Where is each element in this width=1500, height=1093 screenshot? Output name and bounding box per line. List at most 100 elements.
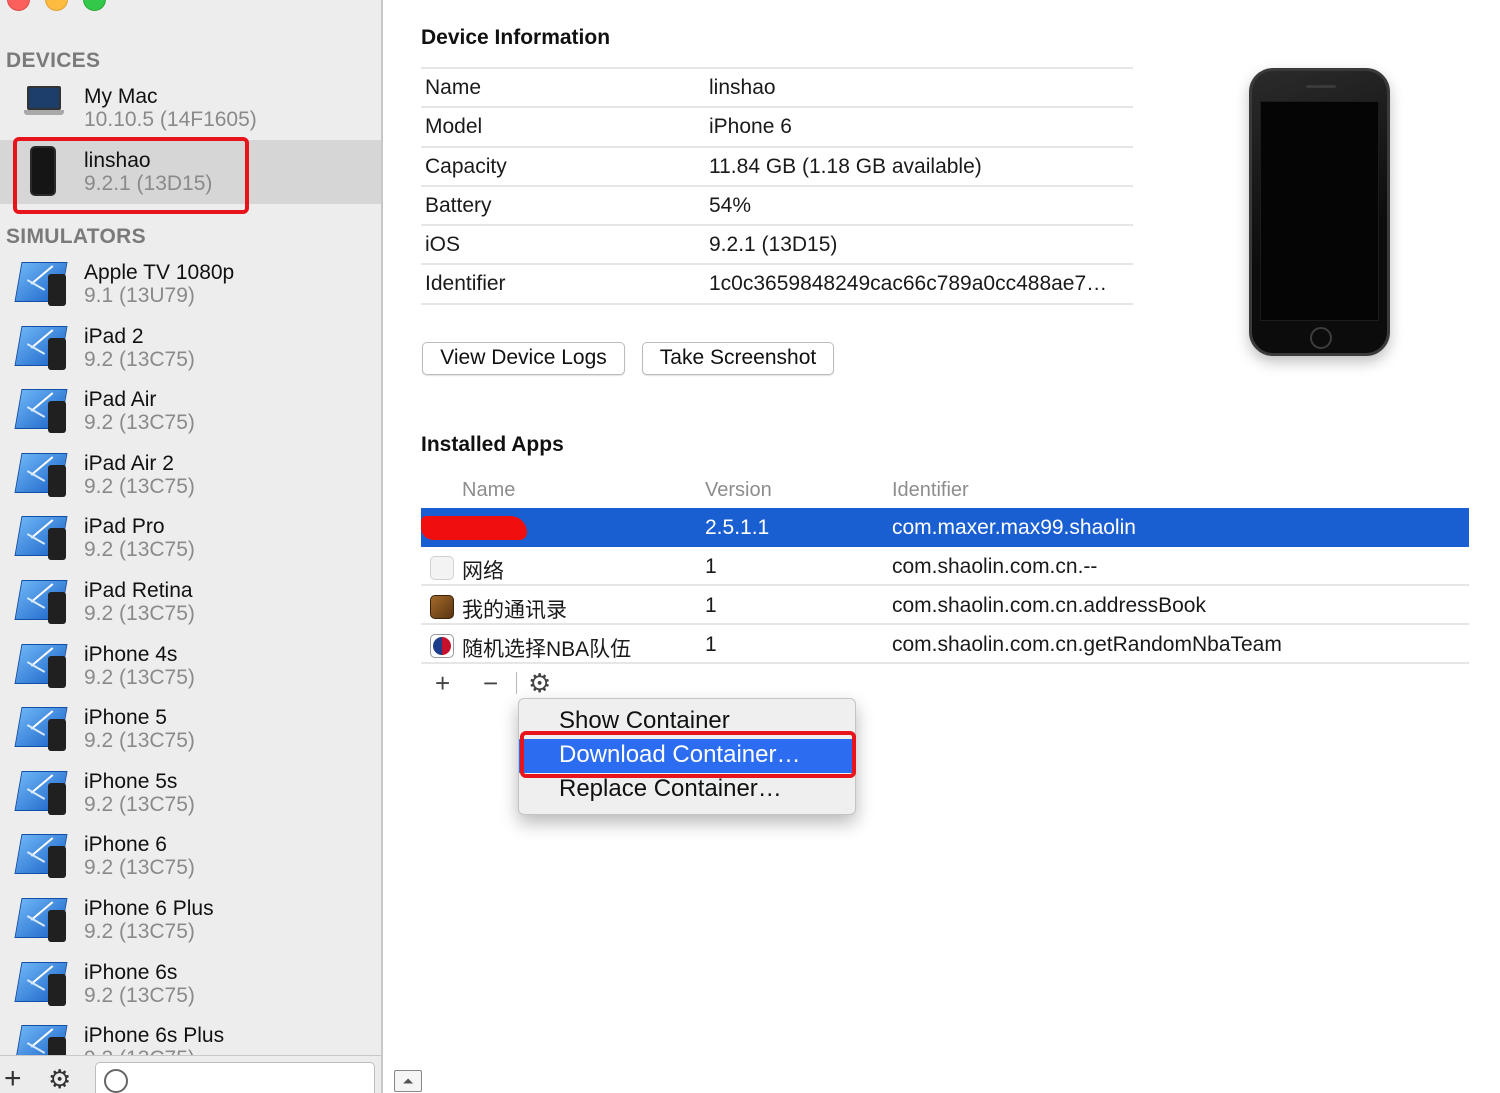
simulator-name: iPhone 6s Plus bbox=[84, 1024, 225, 1047]
info-value: iPhone 6 bbox=[709, 115, 792, 139]
gear-icon[interactable]: ⚙ bbox=[48, 1064, 71, 1093]
app-identifier: com.shaolin.com.cn.addressBook bbox=[892, 594, 1206, 617]
app-name: 我的通讯录 bbox=[462, 599, 567, 622]
info-value: 54% bbox=[709, 193, 752, 217]
address-book-app-icon bbox=[430, 595, 454, 619]
app-row[interactable]: 随机选择NBA队伍 1 com.shaolin.com.cn.getRandom… bbox=[421, 625, 1469, 664]
simulator-version: 9.2 (13C75) bbox=[84, 856, 195, 879]
device-name: linshao bbox=[84, 149, 151, 172]
device-version: 10.10.5 (14F1605) bbox=[84, 108, 257, 131]
minimize-window-button[interactable] bbox=[45, 0, 68, 11]
app-row[interactable]: 2.5.1.1 com.maxer.max99.shaolin bbox=[421, 508, 1469, 547]
info-label: iOS bbox=[425, 233, 461, 257]
plus-icon[interactable]: + bbox=[4, 1064, 22, 1093]
simulator-item[interactable]: iPad 2 9.2 (13C75) bbox=[0, 316, 381, 380]
simulators-header: SIMULATORS bbox=[6, 225, 146, 248]
info-row-name: Name linshao bbox=[421, 69, 1133, 109]
add-app-button[interactable]: + bbox=[435, 668, 450, 698]
simulator-version: 9.2 (13C75) bbox=[84, 348, 195, 371]
simulator-item[interactable]: iPad Pro 9.2 (13C75) bbox=[0, 506, 381, 570]
simulator-version: 9.2 (13C75) bbox=[84, 475, 195, 498]
app-name: 网络 bbox=[462, 560, 504, 583]
devices-header: DEVICES bbox=[6, 49, 101, 72]
simulator-icon bbox=[14, 832, 68, 878]
app-identifier: com.maxer.max99.shaolin bbox=[892, 516, 1136, 539]
app-version: 2.5.1.1 bbox=[705, 516, 770, 539]
simulator-name: Apple TV 1080p bbox=[84, 261, 235, 284]
info-label: Model bbox=[425, 115, 483, 139]
simulator-item[interactable]: iPhone 6 9.2 (13C75) bbox=[0, 824, 381, 888]
container-context-menu: Show Container Download Container… Repla… bbox=[518, 698, 856, 815]
simulator-name: iPhone 6 bbox=[84, 833, 167, 856]
take-screenshot-button[interactable]: Take Screenshot bbox=[642, 342, 834, 375]
redacted-app-name bbox=[421, 516, 527, 540]
simulator-name: iPad 2 bbox=[84, 325, 144, 348]
app-version: 1 bbox=[705, 594, 717, 617]
simulator-item[interactable]: iPhone 5s 9.2 (13C75) bbox=[0, 761, 381, 825]
simulator-version: 9.2 (13C75) bbox=[84, 920, 195, 943]
menu-item-replace-container[interactable]: Replace Container… bbox=[519, 773, 855, 807]
simulator-item[interactable]: iPad Air 9.2 (13C75) bbox=[0, 379, 381, 443]
info-row-identifier: Identifier 1c0c3659848249cac66c789a0cc48… bbox=[421, 265, 1133, 305]
simulator-item[interactable]: iPhone 5 9.2 (13C75) bbox=[0, 697, 381, 761]
filter-field[interactable] bbox=[95, 1062, 375, 1093]
simulator-item[interactable]: iPhone 6s 9.2 (13C75) bbox=[0, 952, 381, 1016]
device-item-linshao[interactable]: linshao 9.2.1 (13D15) bbox=[0, 140, 381, 204]
simulator-icon bbox=[14, 769, 68, 815]
column-header-version[interactable]: Version bbox=[705, 479, 772, 502]
simulator-version: 9.2 (13C75) bbox=[84, 666, 195, 689]
nba-app-icon bbox=[430, 634, 454, 658]
filter-icon bbox=[104, 1069, 128, 1093]
zoom-window-button[interactable] bbox=[83, 0, 106, 11]
simulator-version: 9.2 (13C75) bbox=[84, 984, 195, 1007]
info-value: linshao bbox=[709, 76, 776, 99]
device-info-table: Name linshao Model iPhone 6 Capacity 11.… bbox=[421, 67, 1133, 305]
simulator-name: iPhone 4s bbox=[84, 643, 178, 666]
simulator-name: iPhone 5s bbox=[84, 770, 178, 793]
mac-icon bbox=[24, 86, 64, 116]
info-label: Battery bbox=[425, 193, 492, 217]
app-row[interactable]: 网络 1 com.shaolin.com.cn.-- bbox=[421, 547, 1469, 586]
app-identifier: com.shaolin.com.cn.-- bbox=[892, 555, 1098, 578]
simulator-item[interactable]: iPhone 6 Plus 9.2 (13C75) bbox=[0, 888, 381, 952]
simulator-version: 9.2 (13C75) bbox=[84, 602, 195, 625]
simulator-icon bbox=[14, 960, 68, 1006]
remove-app-button[interactable]: − bbox=[483, 668, 498, 698]
simulator-icon bbox=[14, 642, 68, 688]
device-version: 9.2.1 (13D15) bbox=[84, 172, 213, 195]
menu-item-download-container[interactable]: Download Container… bbox=[519, 739, 855, 773]
column-header-identifier[interactable]: Identifier bbox=[892, 479, 969, 502]
simulator-name: iPad Air bbox=[84, 388, 157, 411]
simulator-version: 9.2 (13C75) bbox=[84, 793, 195, 816]
sidebar: DEVICES My Mac 10.10.5 (14F1605) linshao… bbox=[0, 0, 383, 1093]
info-label: Identifier bbox=[425, 272, 506, 296]
simulator-name: iPhone 6s bbox=[84, 961, 178, 984]
simulator-icon bbox=[14, 896, 68, 942]
simulator-item[interactable]: iPad Air 2 9.2 (13C75) bbox=[0, 443, 381, 507]
info-value: 1c0c3659848249cac66c789a0cc488ae7… bbox=[709, 272, 1108, 296]
app-name: 随机选择NBA队伍 bbox=[462, 638, 632, 661]
network-app-icon bbox=[430, 556, 454, 580]
simulator-icon bbox=[14, 578, 68, 624]
simulator-version: 9.1 (13U79) bbox=[84, 284, 195, 307]
simulator-icon bbox=[14, 260, 68, 306]
close-window-button[interactable] bbox=[7, 0, 30, 11]
toolbar-separator bbox=[516, 672, 517, 694]
toggle-console-button[interactable]: ⏶ bbox=[394, 1070, 422, 1092]
device-item-my-mac[interactable]: My Mac 10.10.5 (14F1605) bbox=[0, 76, 381, 140]
gear-icon[interactable]: ⚙ bbox=[528, 668, 551, 698]
simulator-item[interactable]: iPad Retina 9.2 (13C75) bbox=[0, 570, 381, 634]
iphone-icon bbox=[30, 146, 56, 196]
installed-apps-title: Installed Apps bbox=[421, 433, 564, 456]
column-header-name[interactable]: Name bbox=[462, 479, 515, 502]
simulator-name: iPhone 5 bbox=[84, 706, 167, 729]
app-row[interactable]: 我的通讯录 1 com.shaolin.com.cn.addressBook bbox=[421, 586, 1469, 625]
simulator-item[interactable]: iPhone 4s 9.2 (13C75) bbox=[0, 634, 381, 698]
apps-table-header: Name Version Identifier bbox=[421, 474, 1469, 506]
view-device-logs-button[interactable]: View Device Logs bbox=[422, 342, 625, 375]
sidebar-bottom-bar: + ⚙ bbox=[0, 1055, 381, 1093]
simulator-name: iPhone 6 Plus bbox=[84, 897, 214, 920]
menu-item-show-container[interactable]: Show Container bbox=[519, 705, 855, 739]
simulator-icon bbox=[14, 514, 68, 560]
simulator-item[interactable]: Apple TV 1080p 9.1 (13U79) bbox=[0, 252, 381, 316]
